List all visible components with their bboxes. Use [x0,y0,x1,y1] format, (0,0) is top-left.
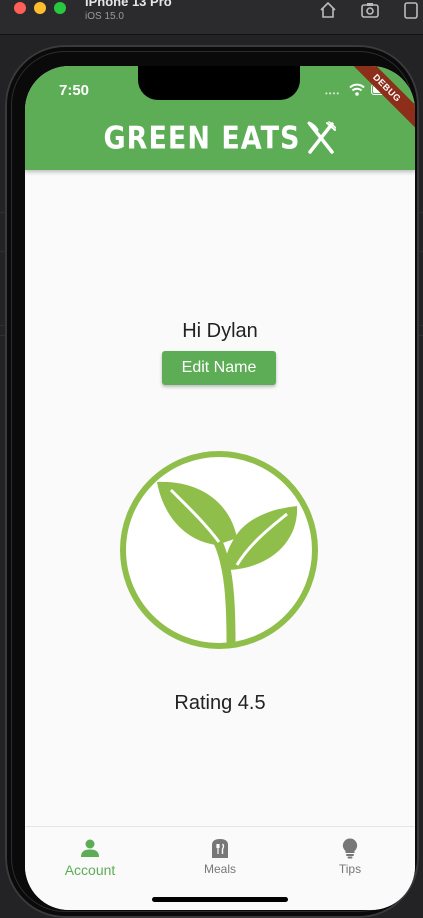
lightbulb-icon [342,838,358,859]
status-time: 7:50 [59,82,90,99]
rotate-icon[interactable] [402,1,422,19]
nav-item-tips[interactable]: Tips [285,837,415,887]
wifi-icon [349,83,365,96]
home-indicator[interactable] [152,897,288,902]
nav-label-tips: Tips [338,862,362,876]
edit-name-button[interactable]: Edit Name [162,351,276,385]
simulator-device-name: iPhone 13 Pro [85,0,172,9]
signal-icon: •••• [325,89,341,98]
person-icon [81,839,99,857]
plant-sprout-icon [120,451,318,649]
nav-item-meals[interactable]: Meals [155,837,285,887]
rating-text: Rating 4.5 [174,692,266,714]
app-screen: 7:50 •••• DEBUG GREEN EATS Hi Dylan Edit… [25,66,415,910]
greeting-text: Hi Dylan [182,320,258,342]
logo-text: GREEN EATS [103,120,301,156]
meals-icon [212,839,228,858]
nav-item-account[interactable]: Account [25,837,155,887]
screenshot-icon[interactable] [360,1,380,19]
simulator-title-bar: iPhone 13 Pro iOS 15.0 [0,0,423,35]
nav-label-meals: Meals [203,862,236,876]
home-icon[interactable] [318,1,338,19]
app-bar: 7:50 •••• DEBUG GREEN EATS [25,66,415,170]
device-notch [138,66,300,100]
minimize-window-button[interactable] [34,2,46,14]
zoom-window-button[interactable] [54,2,66,14]
fork-knife-icon [307,121,337,154]
close-window-button[interactable] [14,2,26,14]
simulator-os-version: iOS 15.0 [85,11,124,22]
nav-label-account: Account [64,862,116,878]
app-logo: GREEN EATS [25,118,415,158]
